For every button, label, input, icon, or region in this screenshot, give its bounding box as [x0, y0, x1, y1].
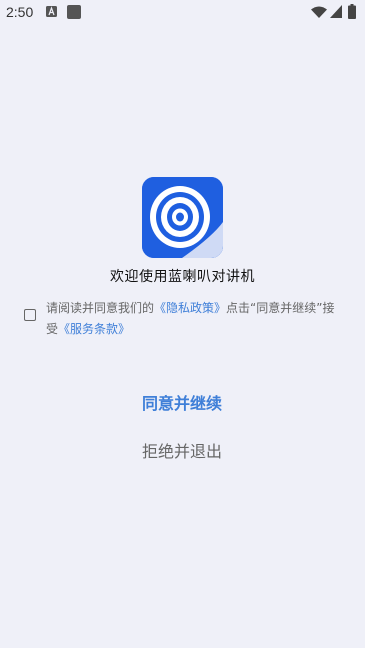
- welcome-title: 欢迎使用蓝喇叭对讲机: [110, 269, 255, 285]
- privacy-policy-link[interactable]: 《隐私政策》: [154, 301, 226, 315]
- app-logo: [142, 177, 223, 258]
- battery-icon: [348, 4, 356, 19]
- reject-exit-button[interactable]: 拒绝并退出: [82, 436, 282, 468]
- agreement-text-before: 请阅读并同意我们的: [46, 301, 155, 315]
- agree-continue-button[interactable]: 同意并继续: [82, 388, 282, 420]
- notification-a-icon: [46, 6, 57, 17]
- status-bar: 2:50: [0, 0, 365, 26]
- speaker-logo-icon: [142, 177, 223, 258]
- status-time: 2:50: [6, 4, 34, 20]
- signal-icon: [330, 5, 342, 18]
- terms-of-service-link[interactable]: 《服务条款》: [58, 322, 130, 336]
- notification-square-icon: [67, 5, 81, 19]
- agreement-checkbox[interactable]: [24, 309, 36, 321]
- wifi-icon: [311, 6, 327, 18]
- agreement-text: 请阅读并同意我们的《隐私政策》点击“同意并继续”接受《服务条款》: [46, 298, 342, 340]
